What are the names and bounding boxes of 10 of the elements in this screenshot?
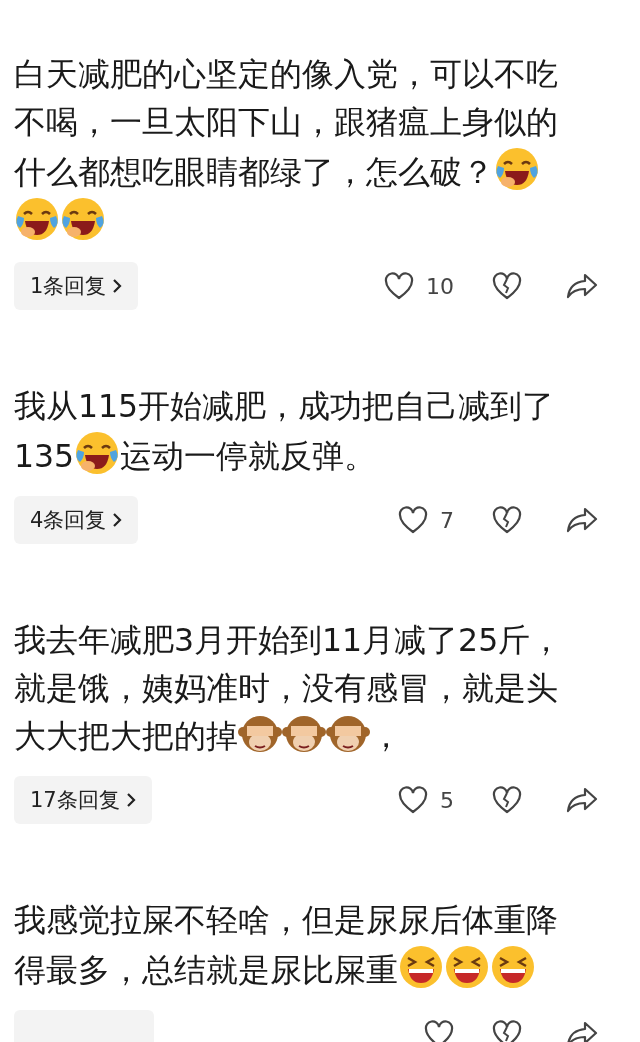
comment-text: 我感觉拉屎不轻啥，但是尿尿后体重降得最多，总结就是尿比屎重 <box>14 901 559 992</box>
comment-text: 我去年减肥3月开始到11月减了25斤，就是饿，姨妈准时，没有感冒，就是头大大把大把的掉 ， <box>14 621 564 758</box>
like-count: 10 <box>426 273 454 299</box>
replies-button[interactable]: 4条回复 <box>14 496 139 544</box>
comment-text: 我从115开始减肥，成功把自己减到了135 运动一停就反弹。 <box>14 387 556 478</box>
comment-text: 白天减肥的心坚定的像入党，可以不吃不喝，一旦太阳下山，跟猪瘟上身似的什么都想吃眼睛都绿了，怎么破？ <box>14 50 574 246</box>
like-count: 7 <box>440 507 454 533</box>
replies-button[interactable]: 17条回复 <box>14 776 152 824</box>
replies-button[interactable]: 1条回复 <box>14 262 139 310</box>
like-count: 5 <box>440 787 454 813</box>
